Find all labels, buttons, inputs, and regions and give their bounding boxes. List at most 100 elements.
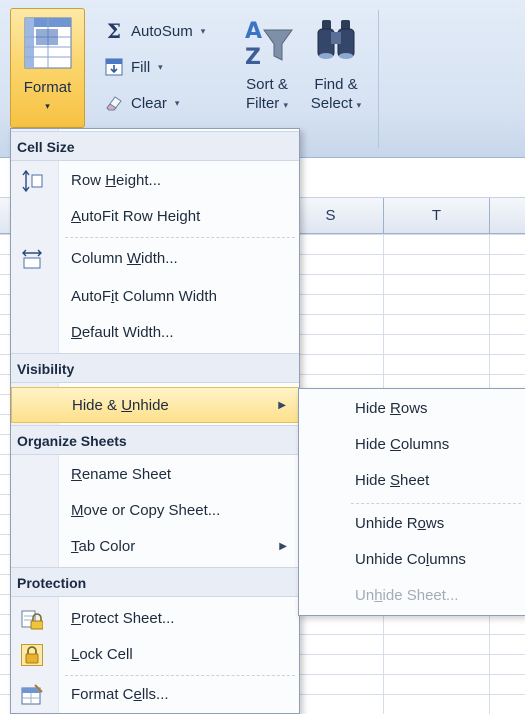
format-cells-grid-icon <box>24 17 72 69</box>
hide-sheet-key: S <box>390 472 401 489</box>
column-width-pre: Column <box>71 250 127 267</box>
unhide-sheet-pre: Un <box>355 587 375 604</box>
sort-filter-button[interactable]: A Z Sort & Filter ▾ <box>236 14 298 115</box>
format-button[interactable]: Format ▾ <box>10 8 85 128</box>
unhide-rows-post: ws <box>425 515 445 532</box>
sort-filter-label-1: Sort & <box>246 76 288 93</box>
submenu-arrow-icon: ▶ <box>278 400 286 411</box>
section-cell-size: Cell Size <box>11 131 299 161</box>
unhide-rows-key: o <box>417 515 426 532</box>
menu-item-hide-unhide[interactable]: Hide & Unhide ▶ <box>11 387 299 423</box>
menu-item-rename-sheet[interactable]: Rename Sheet <box>11 457 299 493</box>
hide-columns-pre: Hide <box>355 436 391 453</box>
hide-rows-post: ows <box>400 400 428 417</box>
row-height-text-pre: Row <box>71 172 106 189</box>
hide-rows-key: R <box>390 400 401 417</box>
clear-button[interactable]: Clear ▾ <box>103 90 179 116</box>
find-select-button[interactable]: Find & Select ▾ <box>302 14 370 115</box>
autofit-row-key: A <box>71 208 82 225</box>
menu-separator <box>65 237 295 238</box>
hide-unhide-submenu: Hide Rows Hide Columns Hide Sheet Unhide… <box>298 388 525 616</box>
row-height-icon <box>21 170 43 192</box>
protect-sheet-icon <box>21 608 43 630</box>
row-height-text-post: eight... <box>116 172 162 189</box>
fill-button[interactable]: Fill ▾ <box>103 54 163 80</box>
chevron-down-icon: ▾ <box>356 100 362 110</box>
submenu-item-hide-rows[interactable]: Hide Rows <box>299 391 525 427</box>
tab-color-post: ab Color <box>78 538 136 555</box>
column-width-key: W <box>126 250 142 267</box>
column-width-post: idth... <box>141 250 178 267</box>
format-cells-key: e <box>133 686 142 703</box>
sort-filter-label-2: Filter <box>245 95 280 112</box>
unhide-sheet-key: h <box>374 587 383 604</box>
hide-unhide-pre: Hide & <box>72 397 122 414</box>
menu-item-autofit-row-height[interactable]: AutoFit Row Height <box>11 199 299 235</box>
rename-sheet-post: ename Sheet <box>81 466 172 483</box>
menu-item-move-copy-sheet[interactable]: Move or Copy Sheet... <box>11 493 299 529</box>
submenu-item-unhide-sheet: Unhide Sheet... <box>299 578 525 614</box>
chevron-down-icon: ▾ <box>45 101 50 111</box>
protect-sheet-post: rotect Sheet... <box>81 610 175 627</box>
fill-label: Fill <box>131 58 151 76</box>
column-header-next[interactable] <box>489 198 525 234</box>
menu-item-lock-cell[interactable]: Lock Cell <box>11 637 299 673</box>
hide-sheet-pre: Hide <box>355 472 391 489</box>
hide-columns-key: C <box>390 436 401 453</box>
menu-item-default-width[interactable]: Default Width... <box>11 315 299 351</box>
column-width-icon <box>21 248 43 270</box>
hide-sheet-post: heet <box>400 472 430 489</box>
submenu-item-unhide-rows[interactable]: Unhide Rows <box>299 506 525 542</box>
menu-separator <box>65 675 295 676</box>
row-height-text-key: H <box>105 172 117 189</box>
unhide-sheet-post: ide Sheet... <box>382 587 459 604</box>
clear-label: Clear <box>131 94 167 112</box>
autosum-button[interactable]: Σ AutoSum ▾ <box>103 18 205 44</box>
menu-item-tab-color[interactable]: Tab Color ▶ <box>11 529 299 565</box>
format-dropdown-menu: Cell Size Row Height... AutoFit Row Heig… <box>10 128 300 714</box>
binoculars-icon <box>317 20 355 59</box>
unhide-columns-pre: Unhide Co <box>355 551 426 568</box>
chevron-down-icon: ▾ <box>200 25 206 36</box>
menu-item-autofit-column-width[interactable]: AutoFit Column Width <box>11 279 299 315</box>
submenu-arrow-icon: ▶ <box>279 541 287 552</box>
menu-item-format-cells[interactable]: Format Cells... <box>11 677 299 713</box>
menu-item-column-width[interactable]: Column Width... <box>11 241 299 277</box>
svg-text:Z: Z <box>245 45 261 70</box>
move-copy-post: ove or Copy Sheet... <box>83 502 221 519</box>
autofit-col-post: t Column Width <box>114 288 217 305</box>
chevron-down-icon: ▾ <box>174 97 180 108</box>
autofit-row-post: utoFit Row Height <box>81 208 201 225</box>
find-select-label-2: Select <box>310 95 353 112</box>
format-cells-post: lls... <box>141 686 169 703</box>
eraser-icon <box>103 92 125 114</box>
submenu-item-hide-sheet[interactable]: Hide Sheet <box>299 463 525 499</box>
hide-columns-post: olumns <box>400 436 450 453</box>
sigma-icon: Σ <box>106 19 122 43</box>
hide-unhide-key: U <box>121 397 133 414</box>
ribbon-group-divider <box>378 10 379 148</box>
hide-unhide-post: nhide <box>132 397 169 414</box>
unhide-columns-post: umns <box>429 551 466 568</box>
format-cells-icon <box>21 684 43 706</box>
menu-item-protect-sheet[interactable]: Protect Sheet... <box>11 601 299 637</box>
tab-color-key: T <box>71 538 79 555</box>
autofit-col-pre: AutoF <box>71 288 112 305</box>
protect-sheet-key: P <box>71 610 82 627</box>
svg-text:A: A <box>245 19 262 44</box>
format-cells-pre: Format C <box>71 686 134 703</box>
chevron-down-icon: ▾ <box>158 61 163 72</box>
section-protection: Protection <box>11 567 299 597</box>
submenu-item-hide-columns[interactable]: Hide Columns <box>299 427 525 463</box>
find-select-label-1: Find & <box>314 76 358 93</box>
menu-item-row-height[interactable]: Row Height... <box>11 163 299 199</box>
section-visibility: Visibility <box>11 353 299 383</box>
column-header-t[interactable]: T <box>383 198 489 234</box>
unhide-rows-pre: Unhide R <box>355 515 418 532</box>
sort-az-funnel-icon: A Z <box>245 19 293 70</box>
chevron-down-icon: ▾ <box>283 100 289 110</box>
default-width-post: efault Width... <box>81 324 174 341</box>
submenu-item-unhide-columns[interactable]: Unhide Columns <box>299 542 525 578</box>
format-button-label: Format <box>23 79 72 96</box>
move-copy-key: M <box>71 502 84 519</box>
